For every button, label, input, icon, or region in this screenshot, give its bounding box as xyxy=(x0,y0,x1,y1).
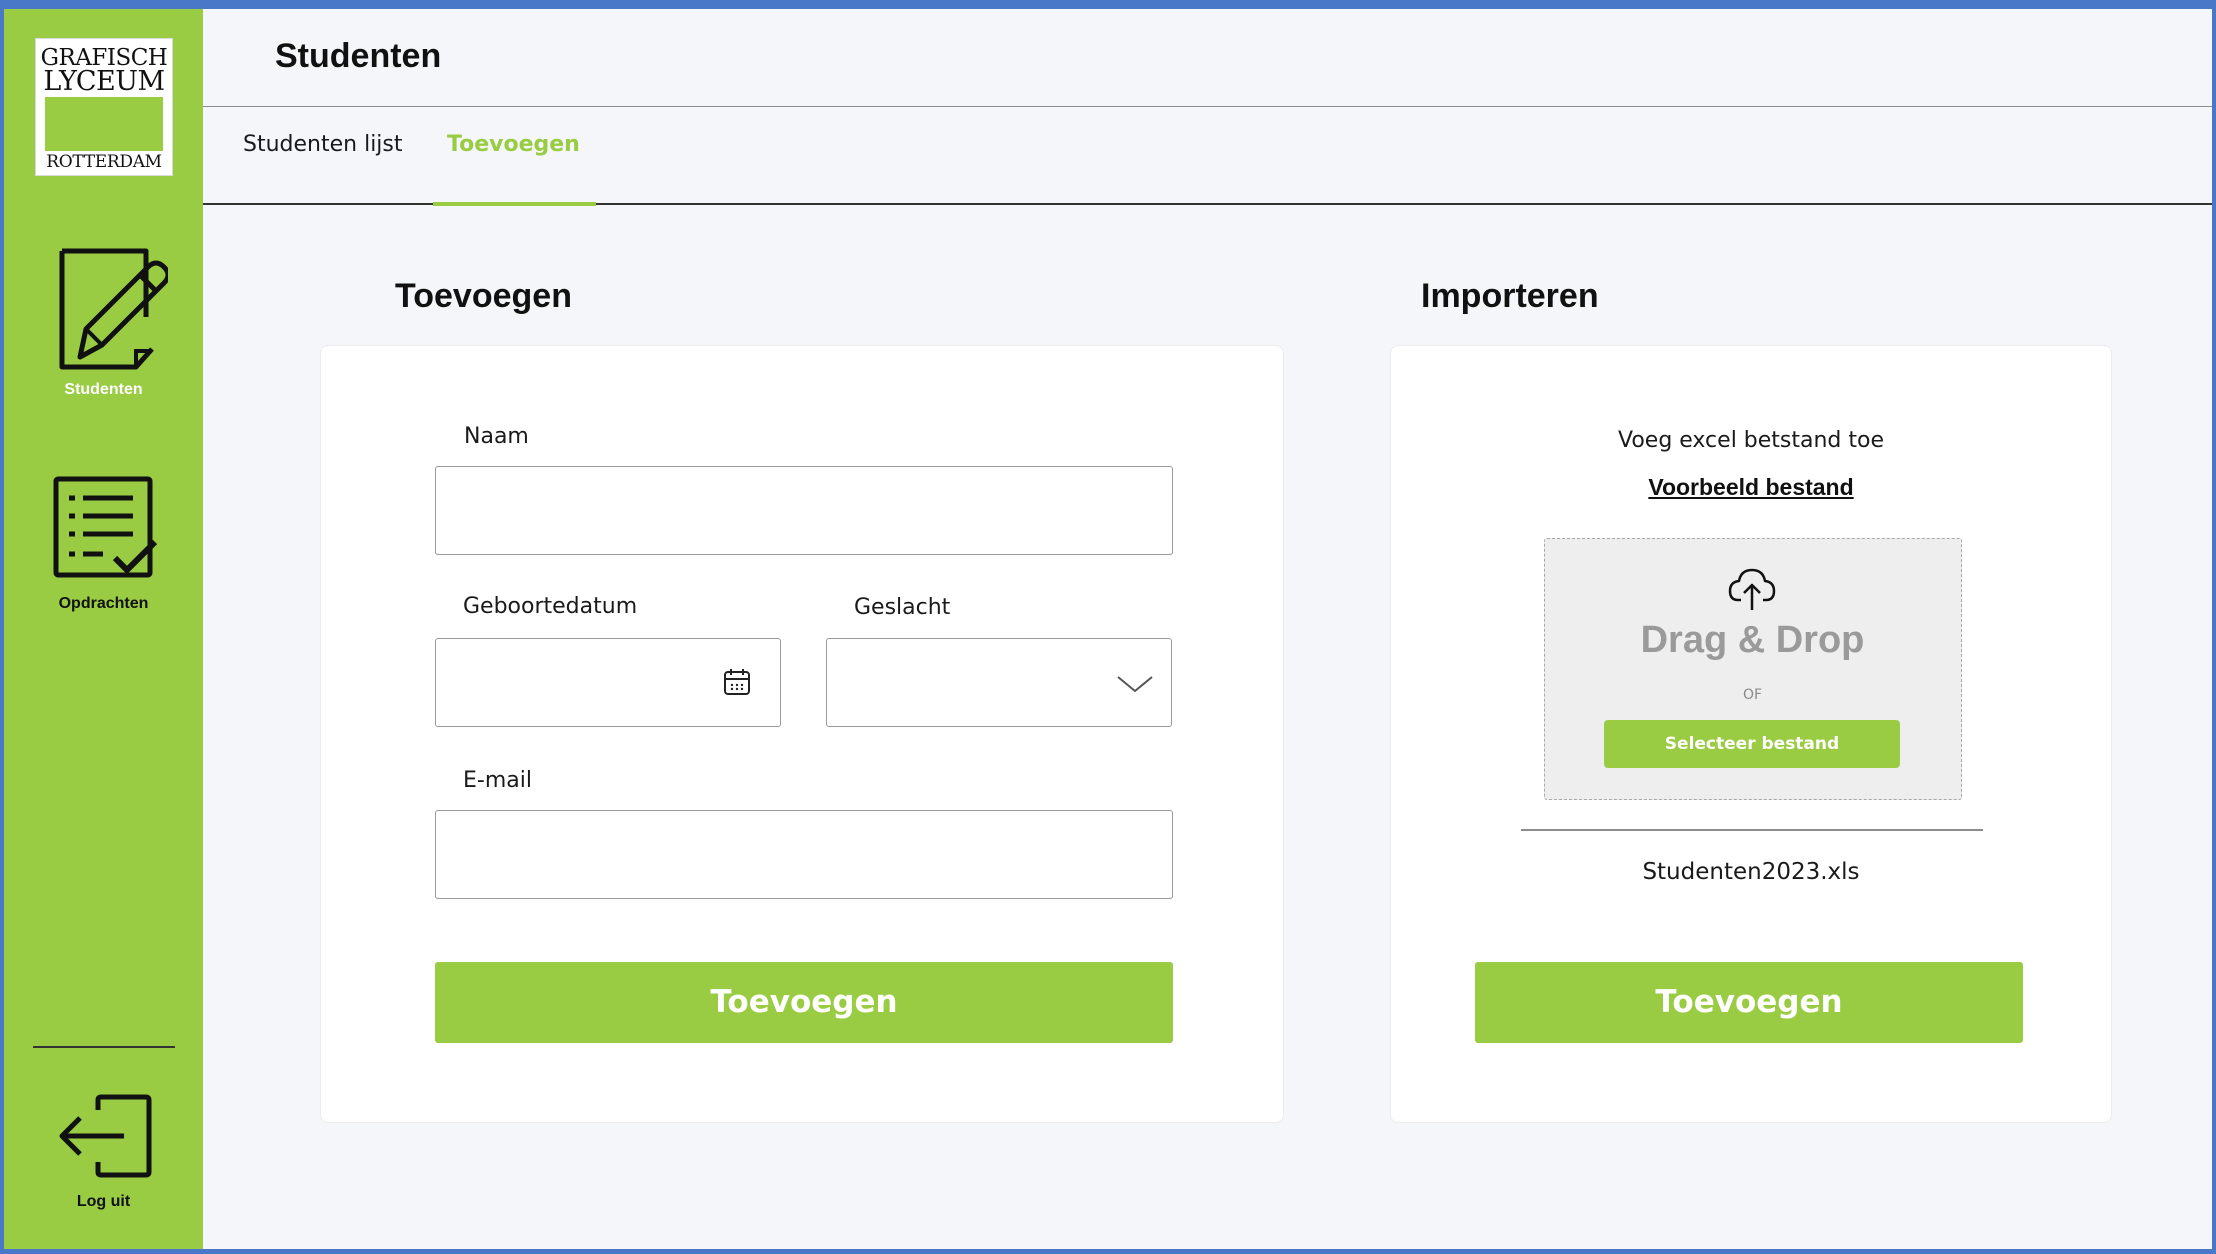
checklist-icon xyxy=(53,476,157,578)
logo-green-block xyxy=(45,97,163,151)
tab-label: Studenten lijst xyxy=(243,132,403,157)
form-section-title: Toevoegen xyxy=(395,277,572,315)
sidebar-item-opdrachten[interactable]: Opdrachten xyxy=(4,474,203,624)
birthdate-label: Geboortedatum xyxy=(463,594,638,619)
import-section-title: Importeren xyxy=(1421,277,1599,315)
tab-bar: Studenten lijst Toevoegen xyxy=(203,107,2212,206)
import-divider xyxy=(1521,829,1983,831)
gender-label: Geslacht xyxy=(854,595,951,620)
sidebar-item-label: Studenten xyxy=(64,381,143,398)
selected-file-name: Studenten2023.xls xyxy=(1642,859,1860,885)
logo-line-3: ROTTERDAM xyxy=(46,152,162,172)
email-label: E-mail xyxy=(463,768,532,793)
name-field[interactable] xyxy=(435,466,1173,555)
logout-button[interactable]: Log uit xyxy=(4,1094,203,1224)
import-submit-button[interactable]: Toevoegen xyxy=(1475,962,2023,1043)
file-dropzone[interactable]: Drag & Drop OF Selecteer bestand xyxy=(1544,538,1962,800)
tab-studenten-lijst[interactable]: Studenten lijst xyxy=(243,107,403,205)
email-field[interactable] xyxy=(435,810,1173,899)
app: GRAFISCH LYCEUM ROTTERDAM Studenten Opdr… xyxy=(4,9,2212,1249)
page-header: Studenten xyxy=(203,9,2212,107)
page-title: Studenten xyxy=(275,37,442,75)
add-student-button[interactable]: Toevoegen xyxy=(435,962,1173,1043)
edit-document-icon xyxy=(59,248,168,370)
cloud-upload-icon xyxy=(1728,568,1776,610)
gender-select[interactable] xyxy=(826,638,1172,727)
example-file-link[interactable]: Voorbeeld bestand xyxy=(1391,474,2111,501)
sidebar-item-label: Opdrachten xyxy=(58,595,149,612)
select-file-button[interactable]: Selecteer bestand xyxy=(1604,720,1900,768)
name-label: Naam xyxy=(464,424,529,449)
dropzone-or: OF xyxy=(1742,687,1763,703)
logo-line-2: LYCEUM xyxy=(43,66,165,97)
sidebar: GRAFISCH LYCEUM ROTTERDAM Studenten Opdr… xyxy=(4,9,203,1249)
tab-toevoegen[interactable]: Toevoegen xyxy=(433,107,596,206)
import-hint: Voeg excel betstand toe xyxy=(1617,428,1885,453)
window-frame: GRAFISCH LYCEUM ROTTERDAM Studenten Opdr… xyxy=(0,0,2216,1254)
sidebar-item-studenten[interactable]: Studenten xyxy=(4,239,203,409)
birthdate-field[interactable] xyxy=(435,638,781,727)
logout-label: Log uit xyxy=(76,1193,131,1210)
calendar-icon[interactable] xyxy=(722,667,752,697)
tab-label: Toevoegen xyxy=(447,132,580,157)
add-student-card: Naam Geboortedatum Geslacht E-mail Toevo… xyxy=(320,345,1284,1123)
active-tab-indicator xyxy=(433,202,596,206)
sidebar-divider xyxy=(33,1046,175,1048)
dropzone-title: Drag & Drop xyxy=(1640,619,1865,661)
logout-icon xyxy=(59,1094,152,1178)
logo[interactable]: GRAFISCH LYCEUM ROTTERDAM xyxy=(35,38,173,176)
chevron-down-icon xyxy=(1117,676,1153,693)
import-card: Voeg excel betstand toe Voorbeeld bestan… xyxy=(1390,345,2112,1123)
